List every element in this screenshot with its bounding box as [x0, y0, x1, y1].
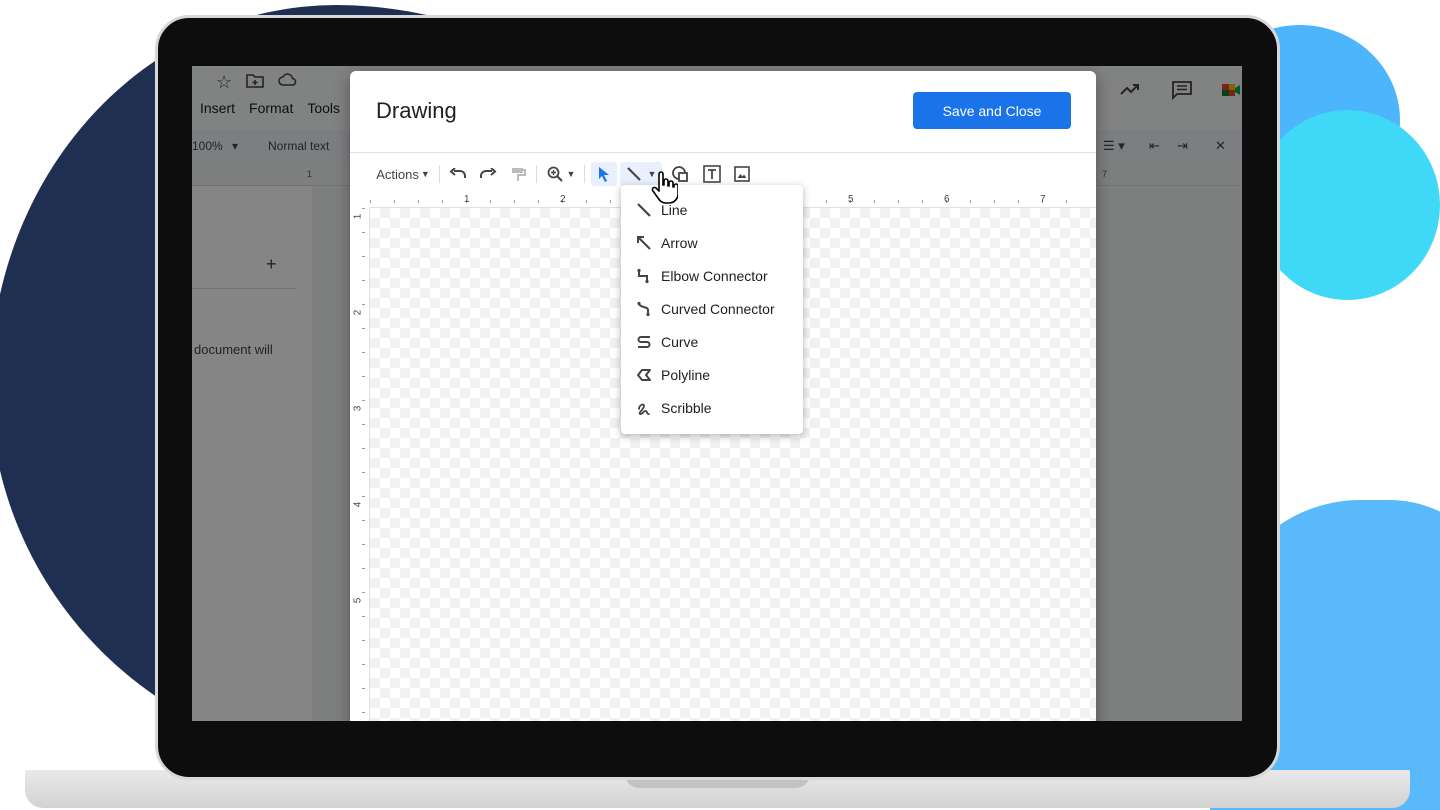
curve-icon: [635, 333, 653, 351]
undo-icon[interactable]: [446, 162, 470, 186]
ruler-tick: [538, 200, 539, 203]
zoom-icon[interactable]: ▼: [543, 162, 579, 186]
hand-cursor-icon: [651, 171, 678, 204]
ruler-tick: [922, 200, 923, 203]
background-cyan-blob: [1255, 110, 1440, 300]
dialog-divider: [350, 152, 1096, 153]
ruler-tick: [362, 640, 365, 641]
ruler-tick: [1066, 200, 1067, 203]
ruler-tick: [362, 616, 365, 617]
ruler-number: 5: [352, 597, 364, 604]
menu-item-curved-connector[interactable]: Curved Connector: [621, 292, 803, 325]
arrow-icon: [635, 234, 653, 252]
actions-menu-button[interactable]: Actions ▼: [374, 162, 432, 186]
ruler-tick: [362, 328, 365, 329]
menu-item-polyline[interactable]: Polyline: [621, 358, 803, 391]
ruler-tick: [610, 200, 611, 203]
ruler-tick: [362, 664, 365, 665]
ruler-tick: [362, 472, 365, 473]
text-box-icon[interactable]: [700, 162, 724, 186]
ruler-tick: [994, 200, 995, 203]
vertical-ruler: 1 2 3 4 5: [350, 208, 370, 721]
paint-format-icon[interactable]: [506, 162, 530, 186]
ruler-tick: [362, 568, 365, 569]
ruler-number: 4: [352, 501, 364, 508]
menu-item-curve[interactable]: Curve: [621, 325, 803, 358]
ruler-number: 5: [848, 194, 854, 205]
ruler-tick: [362, 304, 365, 305]
ruler-tick: [514, 200, 515, 203]
ruler-tick: [362, 376, 365, 377]
ruler-tick: [826, 200, 827, 203]
ruler-number: 1: [352, 213, 364, 220]
menu-item-label: Curve: [661, 333, 699, 350]
elbow-connector-icon: [635, 267, 653, 285]
menu-item-elbow-connector[interactable]: Elbow Connector: [621, 259, 803, 292]
menu-item-label: Elbow Connector: [661, 267, 768, 284]
image-icon[interactable]: [730, 162, 754, 186]
ruler-number: 6: [944, 194, 950, 205]
ruler-tick: [586, 200, 587, 203]
ruler-number: 2: [560, 194, 566, 205]
dialog-title: Drawing: [376, 98, 457, 123]
ruler-number: 3: [352, 405, 364, 412]
toolbar-separator: [584, 165, 585, 183]
redo-icon[interactable]: [476, 162, 500, 186]
ruler-tick: [362, 424, 365, 425]
ruler-tick: [362, 520, 365, 521]
ruler-number: 7: [1040, 194, 1046, 205]
ruler-tick: [362, 712, 365, 713]
ruler-tick: [874, 200, 875, 203]
chevron-down-icon: ▼: [566, 169, 576, 179]
menu-item-label: Polyline: [661, 366, 711, 383]
menu-item-scribble[interactable]: Scribble: [621, 391, 803, 424]
menu-item-label: Arrow: [661, 234, 698, 251]
ruler-tick: [362, 232, 365, 233]
ruler-tick: [898, 200, 899, 203]
ruler-tick: [362, 592, 365, 593]
menu-item-line[interactable]: Line: [621, 193, 803, 226]
save-and-close-button[interactable]: Save and Close: [913, 92, 1071, 129]
ruler-number: 1: [464, 194, 470, 205]
laptop-screen: ☆ Insert Format Tools 100% ▾ Normal text…: [192, 66, 1242, 721]
ruler-tick: [442, 200, 443, 203]
ruler-tick: [394, 200, 395, 203]
select-icon[interactable]: [591, 162, 617, 186]
ruler-tick: [362, 688, 365, 689]
ruler-tick: [362, 352, 365, 353]
ruler-tick: [362, 496, 365, 497]
drawing-toolbar: Actions ▼ ▼ ▼: [350, 158, 1096, 188]
toolbar-separator: [439, 165, 440, 183]
menu-item-label: Scribble: [661, 399, 712, 416]
ruler-tick: [362, 448, 365, 449]
ruler-tick: [362, 208, 365, 209]
line-type-menu: Line Arrow Elbow Connector Curved Connector…: [621, 185, 803, 434]
scribble-icon: [635, 399, 653, 417]
menu-item-label: Curved Connector: [661, 300, 775, 317]
ruler-tick: [370, 200, 371, 203]
ruler-tick: [362, 400, 365, 401]
actions-label: Actions: [376, 166, 419, 182]
ruler-tick: [362, 544, 365, 545]
ruler-tick: [970, 200, 971, 203]
menu-item-arrow[interactable]: Arrow: [621, 226, 803, 259]
ruler-tick: [362, 280, 365, 281]
ruler-tick: [490, 200, 491, 203]
polyline-icon: [635, 366, 653, 384]
ruler-tick: [362, 256, 365, 257]
chevron-down-icon: ▼: [420, 169, 430, 179]
ruler-tick: [418, 200, 419, 203]
curved-connector-icon: [635, 300, 653, 318]
drawing-dialog: Drawing Save and Close Actions ▼ ▼ ▼ 1 2…: [350, 71, 1096, 721]
ruler-number: 2: [352, 309, 364, 316]
stage: ☆ Insert Format Tools 100% ▾ Normal text…: [0, 0, 1440, 810]
ruler-tick: [1018, 200, 1019, 203]
toolbar-separator: [536, 165, 537, 183]
